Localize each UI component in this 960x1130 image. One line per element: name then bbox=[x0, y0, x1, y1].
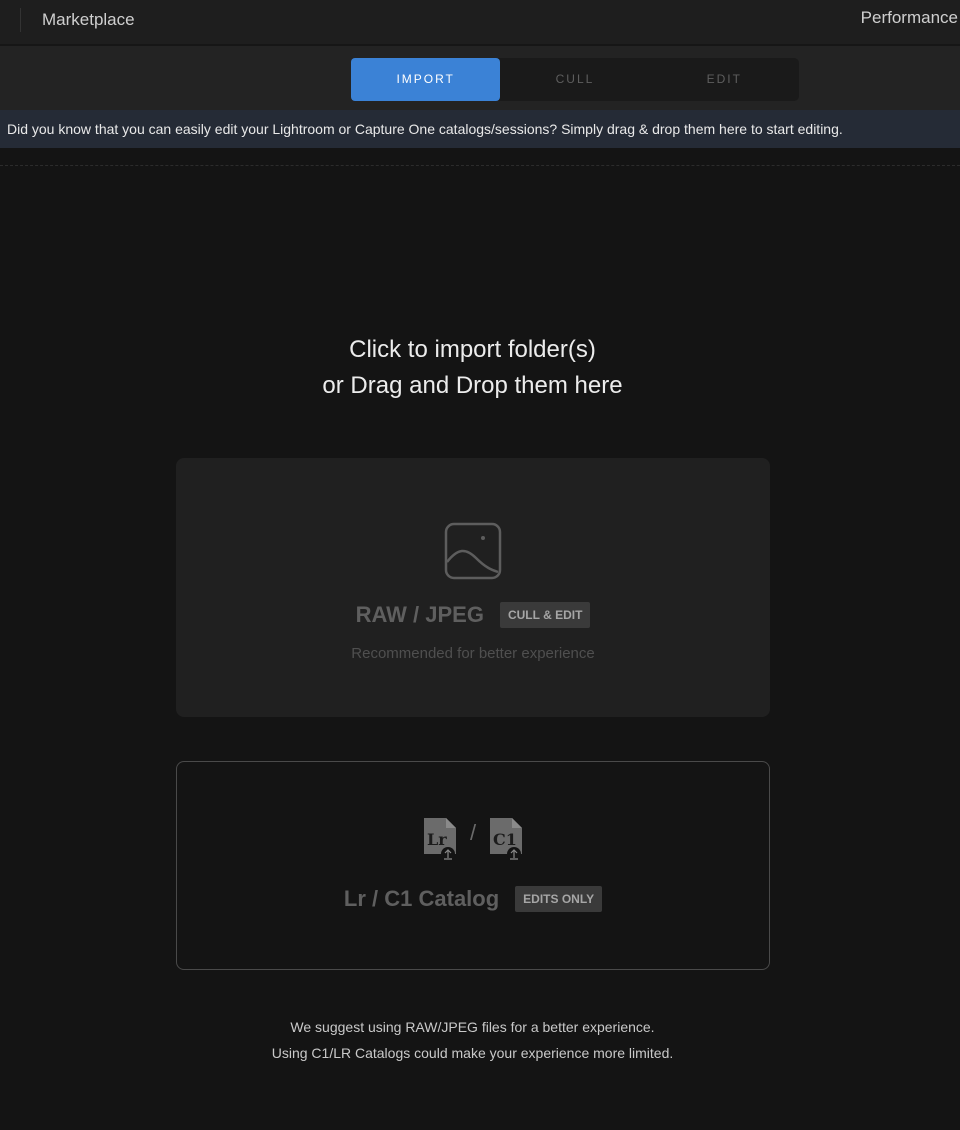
drop-zone-border bbox=[0, 165, 960, 166]
catalog-icons: Lr / C1 bbox=[177, 816, 769, 867]
import-instructions-line1: Click to import folder(s) bbox=[349, 336, 596, 363]
marketplace-link[interactable]: Marketplace bbox=[42, 10, 135, 30]
cull-edit-badge: CULL & EDIT bbox=[499, 602, 591, 628]
mode-tabs: IMPORT CULL EDIT bbox=[351, 58, 799, 101]
lightroom-file-icon: Lr bbox=[422, 816, 458, 867]
format-suggestion-note: We suggest using RAW/JPEG files for a be… bbox=[0, 1014, 945, 1066]
image-icon bbox=[444, 522, 502, 585]
import-instructions-line2: or Drag and Drop them here bbox=[322, 372, 623, 399]
catalog-title-row: Lr / C1 Catalog EDITS ONLY bbox=[177, 886, 769, 912]
top-bar-divider bbox=[20, 8, 21, 32]
catalog-title: Lr / C1 Catalog bbox=[343, 886, 500, 911]
import-instructions[interactable]: Click to import folder(s) or Drag and Dr… bbox=[0, 332, 945, 404]
top-bar: Marketplace Performance bbox=[0, 0, 960, 46]
tab-cull[interactable]: CULL bbox=[500, 58, 649, 101]
tab-import[interactable]: IMPORT bbox=[351, 58, 501, 101]
catalog-separator: / bbox=[469, 820, 477, 845]
catalog-import-card[interactable]: Lr / C1 Lr / C1 Catalog EDITS ONLY bbox=[176, 761, 770, 970]
edits-only-badge: EDITS ONLY bbox=[515, 886, 603, 912]
format-suggestion-line1: We suggest using RAW/JPEG files for a be… bbox=[290, 1019, 655, 1035]
raw-jpeg-title-row: RAW / JPEG CULL & EDIT bbox=[176, 602, 770, 628]
raw-jpeg-import-card[interactable]: RAW / JPEG CULL & EDIT Recommended for b… bbox=[176, 458, 770, 717]
tab-edit[interactable]: EDIT bbox=[650, 58, 799, 101]
performance-link[interactable]: Performance bbox=[861, 8, 958, 28]
raw-jpeg-subtitle: Recommended for better experience bbox=[351, 645, 595, 662]
mode-tab-bar: IMPORT CULL EDIT bbox=[0, 46, 960, 110]
catalog-tip-banner: Did you know that you can easily edit yo… bbox=[0, 110, 960, 148]
lr-icon-text: Lr bbox=[427, 830, 447, 849]
c1-icon-text: C1 bbox=[493, 830, 517, 849]
capture-one-file-icon: C1 bbox=[488, 816, 524, 867]
format-suggestion-line2: Using C1/LR Catalogs could make your exp… bbox=[271, 1045, 674, 1061]
raw-jpeg-title: RAW / JPEG bbox=[355, 602, 484, 627]
